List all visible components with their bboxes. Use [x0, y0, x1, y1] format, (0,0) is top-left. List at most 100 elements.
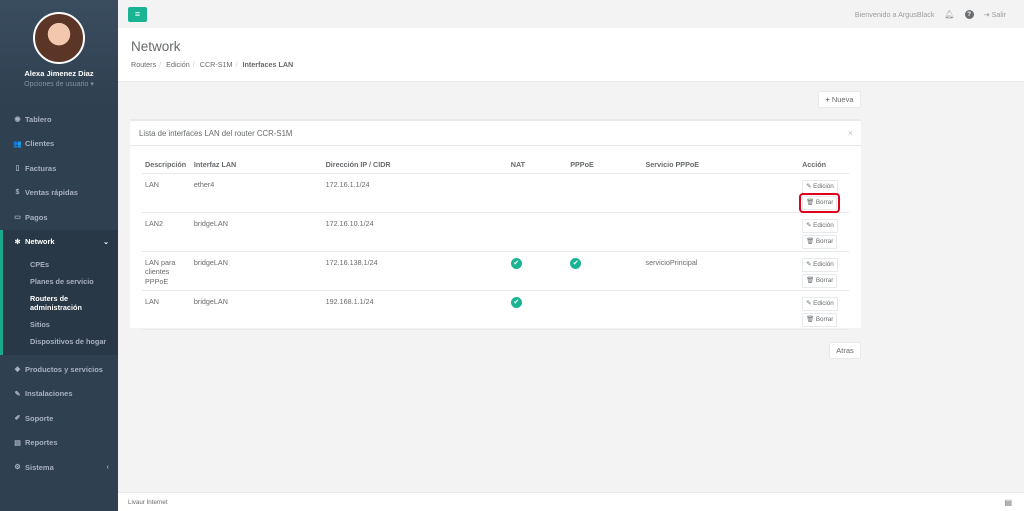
caret-down-icon: ▾ — [90, 81, 94, 88]
chevron-down-icon: ⌄ — [103, 238, 109, 246]
delete-button[interactable]: 🗑︎ Borrar — [799, 192, 841, 213]
edit-button[interactable]: ✎ Edición — [802, 296, 838, 311]
tag-icon: ◆ — [14, 366, 21, 374]
cell-interfaz: bridgeLAN — [190, 290, 323, 330]
bell-icon[interactable]: 🔔︎ — [944, 10, 954, 19]
sidebar: Alexa Jimenez Diaz Opciones de usuario ▾… — [0, 0, 118, 511]
table-header-row: Descripción Interfaz LAN Dirección IP / … — [142, 156, 849, 174]
col-nat: NAT — [507, 156, 568, 174]
sidebar-item-instalaciones[interactable]: ✎ Instalaciones — [0, 382, 118, 407]
new-button[interactable]: + Nueva — [818, 91, 861, 108]
col-servicio: Servicio PPPoE — [642, 156, 800, 174]
delete-button[interactable]: 🗑︎ Borrar — [802, 273, 838, 288]
sidebar-item-reportes[interactable]: ▤ Reportes — [0, 431, 118, 456]
menu-toggle-button[interactable]: ≡ — [128, 6, 147, 22]
cell-pppoe — [567, 173, 643, 213]
breadcrumb: Routers / Edición / CCR-S1M / Interfaces LA… — [131, 60, 294, 69]
network-submenu: CPEs Planes de servicio Routers de admin… — [0, 254, 118, 355]
close-icon[interactable]: × — [848, 128, 853, 138]
cell-pppoe — [567, 290, 643, 330]
trash-icon: 🗑︎ — [806, 198, 815, 206]
page-heading: Network Routers / Edición / CCR-S1M / Inter… — [118, 28, 1024, 82]
back-button[interactable]: Atras — [829, 342, 861, 359]
cell-servicio — [642, 173, 800, 213]
submenu-item-dispositivos[interactable]: Dispositivos de hogar — [3, 333, 118, 350]
wrench-icon: ✎ — [14, 390, 21, 398]
hamburger-icon: ≡ — [134, 8, 141, 19]
cogs-icon: ⚙ — [14, 464, 21, 472]
cell-nat — [507, 173, 568, 213]
cell-accion: ✎ Edición 🗑︎ Borrar — [799, 251, 849, 291]
network-icon: ✻ — [14, 238, 21, 246]
pppoe-check-icon: ✔ — [570, 257, 582, 269]
cell-accion: ✎ Edición 🗑︎ Borrar — [799, 173, 849, 213]
breadcrumb-routers[interactable]: Routers — [131, 60, 156, 69]
chevron-left-icon: ‹ — [106, 463, 109, 471]
panel-header: Lista de interfaces LAN del router CCR-S… — [130, 121, 861, 146]
edit-icon: ✎ — [806, 299, 812, 307]
sidebar-item-pagos[interactable]: ▭ Pagos — [0, 205, 118, 230]
nat-check-icon: ✔ — [510, 257, 522, 269]
profile-block: Alexa Jimenez Diaz Opciones de usuario ▾ — [0, 0, 118, 103]
edit-button[interactable]: ✎ Edición — [802, 257, 838, 272]
cell-interfaz: bridgeLAN — [190, 251, 323, 291]
cell-descripcion: LAN — [142, 290, 191, 330]
delete-button[interactable]: 🗑︎ Borrar — [802, 312, 838, 327]
col-accion: Acción — [799, 156, 849, 174]
breadcrumb-router[interactable]: CCR-S1M — [200, 60, 233, 69]
help-icon[interactable]: ? — [964, 9, 974, 19]
cell-pppoe — [567, 212, 643, 252]
cell-accion: ✎ Edición 🗑︎ Borrar — [799, 290, 849, 330]
topbar: ≡ Bienvenido a ArgusBlack 🔔︎ ? ⇥ Salir — [118, 0, 1024, 28]
cell-interfaz: bridgeLAN — [190, 212, 323, 252]
edit-icon: ✎ — [806, 182, 812, 190]
cell-nat: ✔ — [507, 290, 568, 330]
sidebar-item-ventas-rapidas[interactable]: $ Ventas rápidas — [0, 181, 118, 206]
interfaces-table: Descripción Interfaz LAN Dirección IP / … — [142, 156, 849, 330]
file-icon: ▯ — [15, 165, 20, 173]
welcome-text: Bienvenido a ArgusBlack — [854, 9, 935, 19]
cell-ip: 172.16.138.1/24 — [322, 251, 508, 291]
sidebar-item-productos[interactable]: ◆ Productos y servicios — [0, 357, 118, 382]
user-name: Alexa Jimenez Diaz — [24, 69, 94, 78]
user-options-dropdown[interactable]: Opciones de usuario ▾ — [0, 80, 118, 88]
avatar[interactable] — [33, 12, 85, 64]
submenu-item-routers[interactable]: Routers de administración — [3, 290, 118, 316]
col-interfaz: Interfaz LAN — [190, 156, 323, 174]
col-descripcion: Descripción — [142, 156, 191, 174]
sidebar-item-sistema[interactable]: ⚙ Sistema ‹ — [0, 455, 118, 480]
edit-icon: ✎ — [806, 260, 812, 268]
col-pppoe: PPPoE — [567, 156, 643, 174]
cell-ip: 172.16.10.1/24 — [322, 212, 508, 252]
cell-servicio — [642, 212, 800, 252]
cell-descripcion: LAN — [142, 173, 191, 213]
support-icon: ✐ — [14, 415, 21, 423]
delete-button[interactable]: 🗑︎ Borrar — [802, 234, 838, 249]
submenu-item-cpes[interactable]: CPEs — [3, 256, 118, 273]
sidebar-item-facturas[interactable]: ▯ Facturas — [0, 156, 118, 181]
breadcrumb-edicion[interactable]: Edición — [166, 60, 190, 69]
edit-icon: ✎ — [806, 221, 812, 229]
nat-check-icon: ✔ — [510, 296, 522, 308]
users-icon: 👥 — [13, 140, 22, 148]
submenu-item-planes[interactable]: Planes de servicio — [3, 273, 118, 290]
cell-pppoe: ✔ — [567, 251, 643, 291]
edit-button[interactable]: ✎ Edición — [802, 218, 838, 233]
cell-ip: 172.16.1.1/24 — [322, 173, 508, 213]
submenu-item-sitios[interactable]: Sitios — [3, 316, 118, 333]
sidebar-item-soporte[interactable]: ✐ Soporte — [0, 406, 118, 431]
col-ip: Dirección IP / CIDR — [322, 156, 508, 174]
table-row: LAN para clientes PPPoE bridgeLAN 172.16… — [142, 251, 849, 291]
interfaces-panel: Lista de interfaces LAN del router CCR-S… — [130, 119, 861, 330]
footer-company: Livaur Internet — [128, 498, 168, 506]
money-icon: ▭ — [14, 214, 21, 222]
trash-icon: 🗑︎ — [806, 276, 815, 284]
edit-button[interactable]: ✎ Edición — [802, 179, 838, 194]
cell-descripcion: LAN para clientes PPPoE — [142, 251, 191, 291]
logout-link[interactable]: ⇥ Salir — [984, 10, 1006, 19]
sidebar-nav: ◉ Tablero 👥 Clientes ▯ Facturas $ Ventas ráp… — [0, 107, 118, 254]
sidebar-item-network[interactable]: ✻ Network ⌄ — [0, 229, 118, 254]
sidebar-item-clientes[interactable]: 👥 Clientes — [0, 132, 118, 157]
page-title: Network — [131, 39, 181, 54]
sidebar-item-tablero[interactable]: ◉ Tablero — [0, 107, 118, 132]
